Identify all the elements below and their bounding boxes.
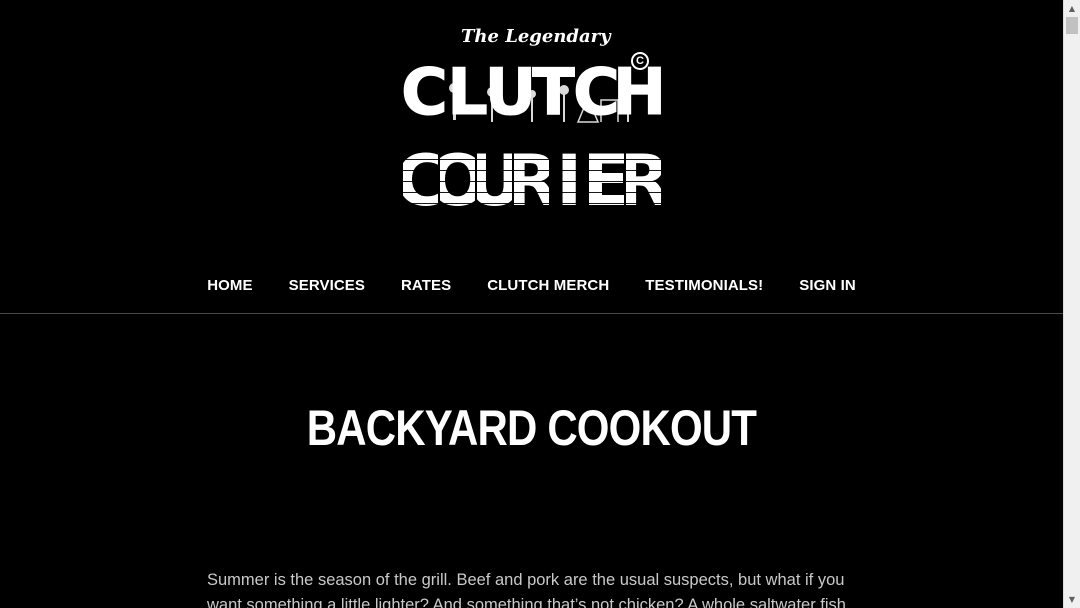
post-body-paragraph: Summer is the season of the grill. Beef … xyxy=(207,571,846,608)
vertical-scrollbar[interactable]: ▲ ▼ xyxy=(1063,0,1080,608)
site-logo[interactable]: The Legendary C L U T C H C C O U R I E … xyxy=(403,26,661,232)
logo-letter: C xyxy=(403,50,446,136)
scrollbar-thumb[interactable] xyxy=(1066,17,1078,34)
nav-item-testimonials[interactable]: TESTIMONIALS! xyxy=(627,277,781,294)
logo-letter: R xyxy=(625,138,661,224)
main-navigation: HOME SERVICES RATES CLUTCH MERCH TESTIMO… xyxy=(0,270,1063,300)
scroll-down-arrow-icon[interactable]: ▼ xyxy=(1064,591,1080,608)
logo-letter: U xyxy=(477,138,513,224)
logo-word-courier: C O U R I E R xyxy=(403,138,661,224)
copyright-icon: C xyxy=(631,52,649,70)
nav-item-sign-in[interactable]: SIGN IN xyxy=(781,277,874,294)
logo-word-clutch: C L U T C H xyxy=(403,50,661,136)
nav-item-clutch-merch[interactable]: CLUTCH MERCH xyxy=(469,277,627,294)
logo-letter: T xyxy=(532,50,575,136)
logo-tagline: The Legendary xyxy=(461,26,611,47)
nav-item-services[interactable]: SERVICES xyxy=(271,277,383,294)
logo-letter: R xyxy=(514,138,550,224)
nav-item-home[interactable]: HOME xyxy=(189,277,270,294)
logo-letter: C xyxy=(403,138,438,224)
scroll-up-arrow-icon[interactable]: ▲ xyxy=(1064,0,1080,17)
logo-letter: I xyxy=(551,138,587,224)
logo-letter: C xyxy=(575,50,618,136)
logo-letter: L xyxy=(446,50,489,136)
header-divider xyxy=(0,313,1063,314)
nav-item-rates[interactable]: RATES xyxy=(383,277,469,294)
page: The Legendary C L U T C H C C O U R I E … xyxy=(0,0,1063,608)
post-title: BACKYARD COOKOUT xyxy=(306,400,757,456)
logo-letter: U xyxy=(489,50,532,136)
logo-letter: O xyxy=(440,138,476,224)
logo-letter: E xyxy=(588,138,624,224)
